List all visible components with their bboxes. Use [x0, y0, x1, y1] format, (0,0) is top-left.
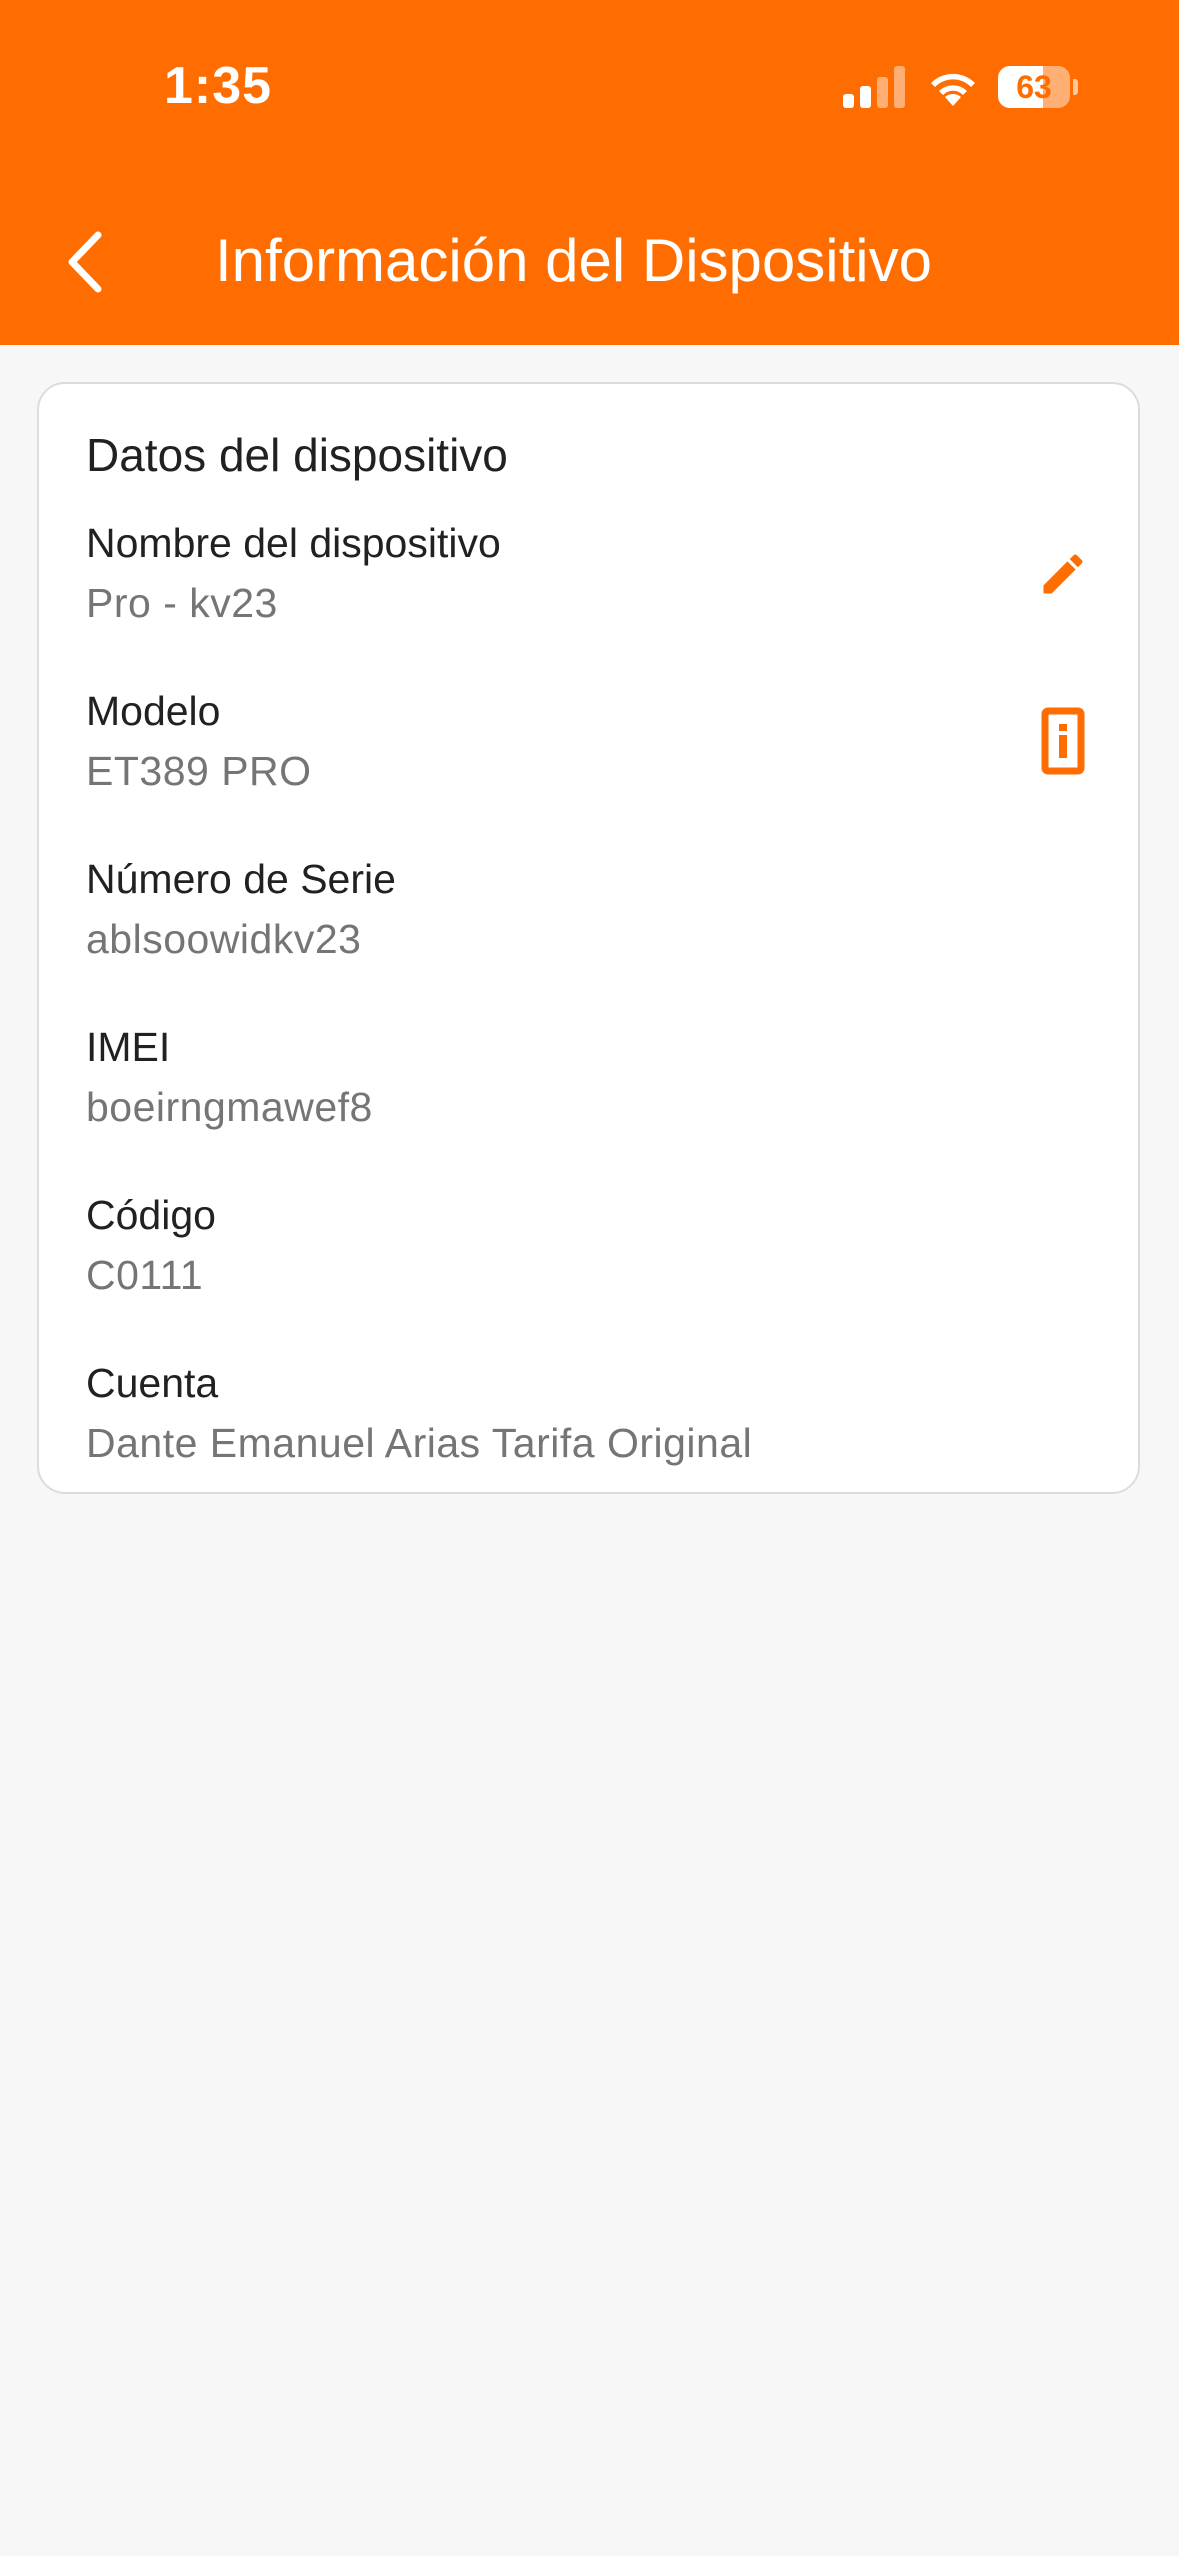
- serial-label: Número de Serie: [86, 856, 396, 902]
- account-value: Dante Emanuel Arias Tarifa Original: [86, 1420, 753, 1466]
- model-row: Modelo ET389 PRO: [86, 688, 1086, 798]
- pencil-icon: [1043, 554, 1083, 594]
- chevron-left-icon: [68, 231, 102, 293]
- model-info-button[interactable]: [1028, 706, 1098, 776]
- device-name-row: Nombre del dispositivo Pro - kv23: [86, 520, 1086, 630]
- status-bar: 1:35 63: [0, 0, 1179, 180]
- page-title: Información del Dispositivo: [215, 227, 932, 294]
- app-bar: Información del Dispositivo: [0, 180, 1179, 345]
- code-value: C0111: [86, 1252, 204, 1298]
- serial-value: ablsoowidkv23: [86, 916, 362, 962]
- card-title: Datos del dispositivo: [86, 429, 508, 481]
- battery-icon: 63: [998, 66, 1078, 108]
- device-name-label: Nombre del dispositivo: [86, 520, 501, 566]
- wifi-icon: [925, 64, 981, 108]
- model-label: Modelo: [86, 688, 221, 734]
- status-time: 1:35: [164, 57, 273, 115]
- edit-name-button[interactable]: [1028, 539, 1098, 609]
- imei-row: IMEI boeirngmawef8: [86, 1024, 1086, 1134]
- back-button[interactable]: [46, 222, 126, 302]
- account-label: Cuenta: [86, 1360, 219, 1406]
- code-row: Código C0111: [86, 1192, 1086, 1302]
- device-info-card: Datos del dispositivo Nombre del disposi…: [37, 382, 1140, 1494]
- serial-row: Número de Serie ablsoowidkv23: [86, 856, 1086, 966]
- battery-percent: 63: [1016, 69, 1052, 105]
- imei-label: IMEI: [86, 1024, 171, 1070]
- cellular-signal-icon: [843, 66, 905, 108]
- model-value: ET389 PRO: [86, 748, 312, 794]
- info-box-icon: [1041, 707, 1085, 775]
- imei-value: boeirngmawef8: [86, 1084, 373, 1130]
- device-name-value: Pro - kv23: [86, 580, 278, 626]
- account-row: Cuenta Dante Emanuel Arias Tarifa Origin…: [86, 1360, 1086, 1470]
- code-label: Código: [86, 1192, 216, 1238]
